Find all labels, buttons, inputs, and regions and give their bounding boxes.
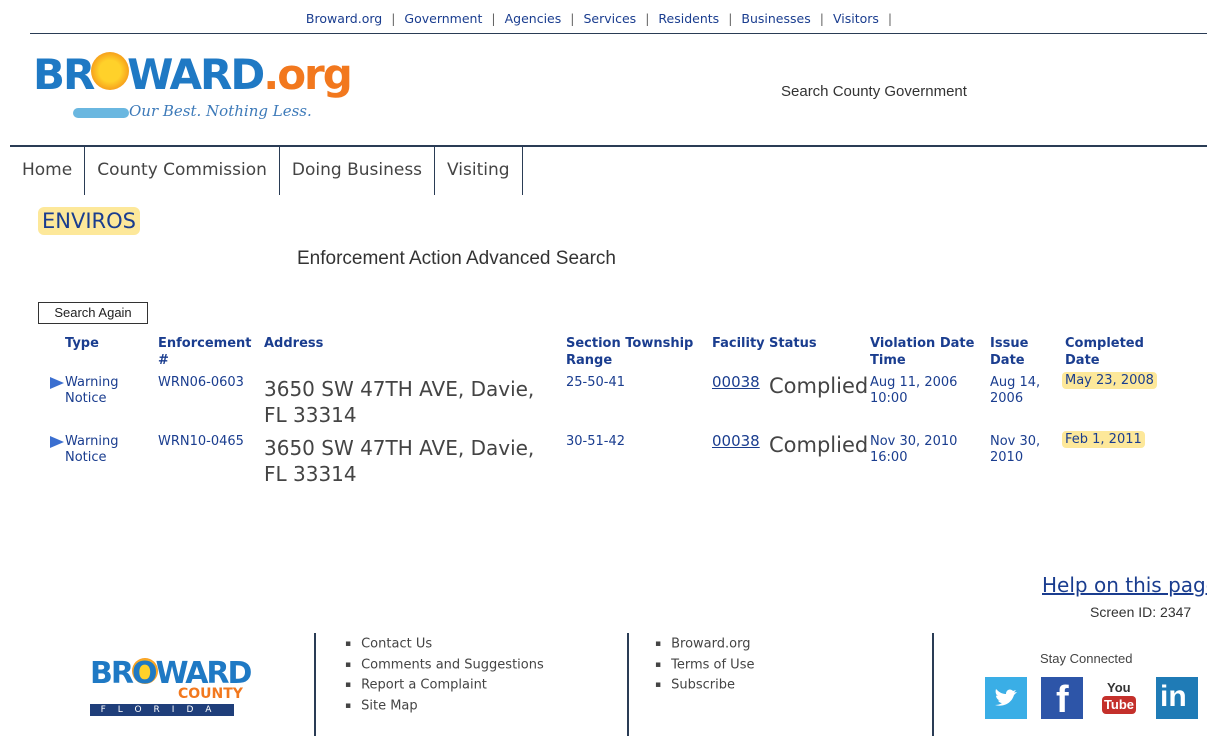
row-facility-link[interactable]: 00038: [712, 432, 760, 450]
row-address: 3650 SW 47TH AVE, Davie, FL 33314: [264, 377, 535, 427]
topnav-residents[interactable]: Residents: [658, 11, 719, 26]
col-header-facility: Facility: [712, 336, 765, 351]
logo-tagline: Our Best. Nothing Less.: [129, 102, 312, 120]
wave-icon: [73, 108, 129, 118]
row-completed-date: Feb 1, 2011: [1062, 431, 1145, 448]
topnav-separator: |: [570, 11, 575, 26]
col-header-violation-date: Violation Date Time: [870, 336, 975, 368]
footer-logo-state: FLORIDA: [90, 704, 234, 716]
nav-doing-business[interactable]: Doing Business: [280, 147, 436, 195]
row-completed-date: May 23, 2008: [1062, 372, 1157, 389]
topnav-government[interactable]: Government: [404, 11, 482, 26]
row-section-township-range: 30-51-42: [566, 434, 626, 449]
footer-divider: [627, 633, 629, 736]
row-status: Complied: [769, 433, 869, 457]
logo-wordmark: BROWARD.org: [33, 50, 353, 99]
youtube-icon[interactable]: You Tube: [1098, 677, 1140, 719]
row-violation-datetime: Aug 11, 2006 10:00: [870, 375, 958, 406]
twitter-icon[interactable]: [985, 677, 1027, 719]
row-issue-date: Aug 14, 2006: [990, 375, 1041, 406]
row-section-township-range: 25-50-41: [566, 375, 626, 390]
row-expand-arrow-icon[interactable]: [50, 436, 64, 448]
topnav-separator: |: [728, 11, 733, 26]
footer-links-col2: Broward.org Terms of Use Subscribe: [655, 634, 754, 696]
row-type: Warning Notice: [65, 375, 119, 406]
row-address: 3650 SW 47TH AVE, Davie, FL 33314: [264, 436, 535, 486]
topnav-businesses[interactable]: Businesses: [741, 11, 810, 26]
topnav-agencies[interactable]: Agencies: [505, 11, 562, 26]
col-header-status: Status: [769, 336, 817, 351]
top-nav: Broward.org | Government | Agencies | Services…: [0, 11, 1207, 26]
col-header-completed-date: Completed Date: [1065, 336, 1144, 368]
main-nav: Home County Commission Doing Business Vi…: [10, 147, 523, 195]
nav-visiting[interactable]: Visiting: [435, 147, 523, 195]
row-enforcement-number[interactable]: WRN10-0465: [158, 434, 244, 450]
col-header-issue-date: Issue Date: [990, 336, 1029, 368]
row-status: Complied: [769, 374, 869, 398]
row-issue-date: Nov 30, 2010: [990, 434, 1041, 465]
broward-logo[interactable]: BROWARD.org Our Best. Nothing Less.: [33, 50, 353, 128]
page-title: Enforcement Action Advanced Search: [297, 248, 616, 269]
footer-links-col1: Contact Us Comments and Suggestions Repo…: [345, 634, 544, 716]
search-county-label[interactable]: Search County Government: [781, 83, 967, 100]
row-facility-link[interactable]: 00038: [712, 373, 760, 391]
row-type: Warning Notice: [65, 434, 119, 465]
app-name-badge[interactable]: ENVIROS: [38, 207, 140, 235]
col-header-section-township-range: Section Township Range: [566, 336, 694, 368]
topnav-broward-org[interactable]: Broward.org: [306, 11, 382, 26]
topnav-visitors[interactable]: Visitors: [833, 11, 879, 26]
row-expand-arrow-icon[interactable]: [50, 377, 64, 389]
stay-connected-label: Stay Connected: [1040, 651, 1133, 666]
search-again-button[interactable]: Search Again: [38, 302, 148, 324]
topnav-separator: |: [887, 11, 893, 26]
footer-logo-county: COUNTY: [178, 686, 243, 702]
footer-link-site-map[interactable]: Site Map: [345, 696, 544, 717]
footer-divider: [314, 633, 316, 736]
broward-county-footer-logo[interactable]: BROWARD COUNTY FLORIDA: [90, 656, 252, 718]
screen-id: Screen ID: 2347: [1090, 604, 1192, 620]
topnav-separator: |: [645, 11, 650, 26]
row-violation-datetime: Nov 30, 2010 16:00: [870, 434, 958, 465]
top-divider: [30, 33, 1207, 34]
nav-home[interactable]: Home: [10, 147, 86, 195]
footer-link-contact-us[interactable]: Contact Us: [345, 634, 544, 655]
topnav-separator: |: [819, 11, 824, 26]
footer-link-terms[interactable]: Terms of Use: [655, 655, 754, 676]
facebook-icon[interactable]: f: [1041, 677, 1083, 721]
col-header-address: Address: [264, 336, 324, 351]
footer-link-subscribe[interactable]: Subscribe: [655, 675, 754, 696]
col-header-enforcement: Enforcement #: [158, 336, 252, 368]
footer-link-comments[interactable]: Comments and Suggestions: [345, 655, 544, 676]
linkedin-icon[interactable]: in: [1156, 677, 1198, 719]
col-header-type: Type: [65, 336, 99, 351]
topnav-separator: |: [491, 11, 496, 26]
topnav-services[interactable]: Services: [583, 11, 636, 26]
footer-divider: [932, 633, 934, 736]
topnav-separator: |: [391, 11, 396, 26]
footer-link-broward-org[interactable]: Broward.org: [655, 634, 754, 655]
footer-link-report-complaint[interactable]: Report a Complaint: [345, 675, 544, 696]
help-link[interactable]: Help on this page: [1042, 573, 1207, 597]
nav-county-commission[interactable]: County Commission: [85, 147, 280, 195]
row-enforcement-number[interactable]: WRN06-0603: [158, 375, 244, 391]
